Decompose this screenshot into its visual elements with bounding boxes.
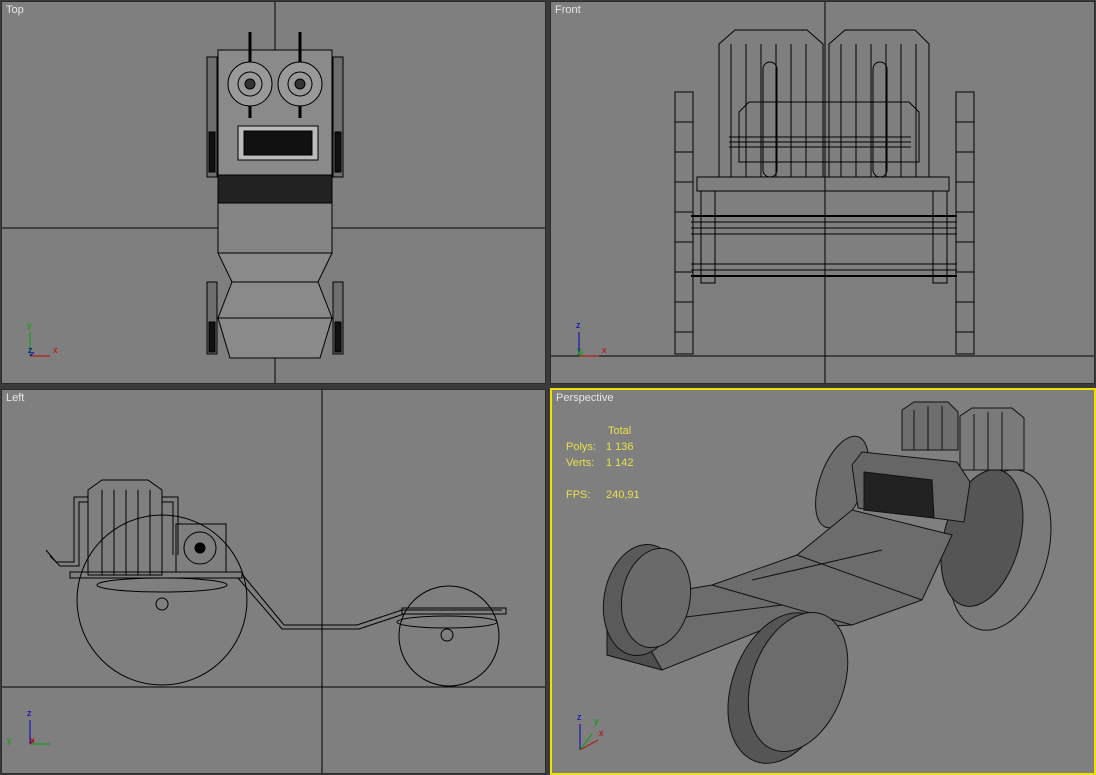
stats-fps-label: FPS:	[566, 489, 591, 501]
stats-verts-value: 1 142	[606, 457, 634, 469]
axis-gizmo-perspective	[579, 724, 599, 751]
axis-label-y: y	[577, 345, 582, 355]
stats-polys-value: 1 136	[606, 441, 634, 453]
axis-label-z: z	[27, 708, 32, 718]
viewport-top[interactable]: Top x y z	[1, 1, 546, 384]
viewport-front[interactable]: Front x z y	[550, 1, 1095, 384]
axis-label-z: z	[577, 712, 582, 722]
axis-label-x: x	[53, 345, 58, 355]
axis-gizmo-front	[578, 332, 599, 357]
axis-label-x: x	[599, 728, 604, 738]
axis-label-x: x	[30, 735, 35, 745]
viewport-left[interactable]: Left y z x	[1, 389, 546, 774]
stats-total-header: Total	[608, 425, 632, 437]
axis-label-y: y	[594, 716, 599, 726]
axis-label-z: z	[576, 320, 581, 330]
stats-verts-label: Verts:	[566, 457, 595, 469]
stats-fps-value: 240,91	[606, 489, 640, 501]
stats-polys-label: Polys:	[566, 441, 596, 453]
axis-gizmo-top	[29, 332, 50, 357]
axis-label-z: z	[28, 345, 33, 355]
front-view-wireframe	[551, 2, 1094, 383]
top-view-wireframe	[2, 2, 545, 383]
axis-label-y: y	[7, 735, 12, 745]
axis-label-y: y	[27, 320, 32, 330]
left-view-wireframe	[2, 390, 545, 773]
axis-label-x: x	[602, 345, 607, 355]
viewport-perspective[interactable]: Perspective x z y Total Polys: 1 136 Ver…	[550, 388, 1096, 775]
